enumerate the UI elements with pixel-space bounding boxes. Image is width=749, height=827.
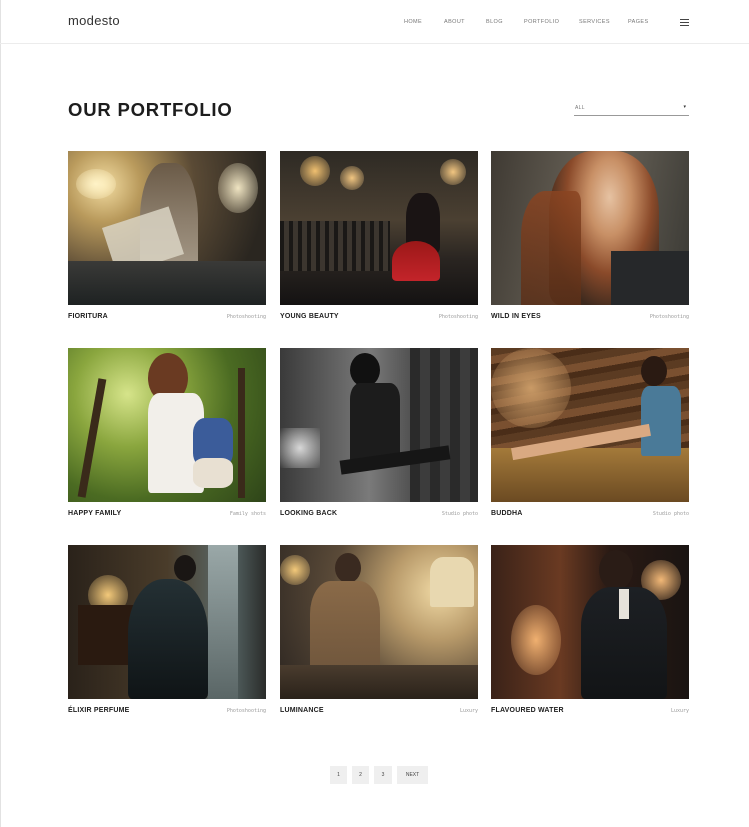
portfolio-image[interactable] (491, 348, 689, 502)
portfolio-image[interactable] (491, 151, 689, 305)
page-3-button[interactable]: 3 (374, 766, 392, 784)
nav-about[interactable]: ABOUT (444, 19, 465, 25)
portfolio-item[interactable]: LUMINANCE Luxury (280, 545, 478, 714)
portfolio-item-title[interactable]: HAPPY FAMILY (68, 510, 121, 517)
page-2-button[interactable]: 2 (352, 766, 369, 784)
portfolio-item-category: Photoshooting (226, 708, 266, 714)
portfolio-image[interactable] (280, 545, 478, 699)
portfolio-image[interactable] (280, 151, 478, 305)
portfolio-item-category: Studio photo (441, 511, 478, 517)
portfolio-item[interactable]: BUDDHA Studio photo (491, 348, 689, 517)
portfolio-image[interactable] (68, 348, 266, 502)
portfolio-item[interactable]: HAPPY FAMILY Family shots (68, 348, 266, 517)
page-1-button[interactable]: 1 (330, 766, 347, 784)
portfolio-item[interactable]: YOUNG BEAUTY Photoshooting (280, 151, 478, 320)
portfolio-item-title[interactable]: WILD IN EYES (491, 313, 541, 320)
portfolio-item[interactable]: FLAVOURED WATER Luxury (491, 545, 689, 714)
portfolio-item-category: Photoshooting (649, 314, 689, 320)
next-page-button[interactable]: NEXT (397, 766, 428, 784)
portfolio-item-title[interactable]: LUMINANCE (280, 707, 324, 714)
filter-selected-value: ALL (575, 105, 585, 111)
portfolio-image[interactable] (68, 545, 266, 699)
portfolio-item-category: Luxury (670, 708, 689, 714)
portfolio-image[interactable] (280, 348, 478, 502)
portfolio-item[interactable]: LOOKING BACK Studio photo (280, 348, 478, 517)
portfolio-item-title[interactable]: FIORITURA (68, 313, 108, 320)
portfolio-item-category: Family shots (229, 511, 266, 517)
page-frame-border (0, 0, 1, 827)
portfolio-item-category: Studio photo (652, 511, 689, 517)
portfolio-item-title[interactable]: BUDDHA (491, 510, 523, 517)
chevron-down-icon: ▾ (683, 104, 686, 110)
logo[interactable]: modesto (68, 13, 120, 28)
portfolio-item-title[interactable]: FLAVOURED WATER (491, 707, 564, 714)
nav-portfolio[interactable]: PORTFOLIO (524, 19, 559, 25)
nav-blog[interactable]: BLOG (486, 19, 503, 25)
portfolio-item-category: Photoshooting (438, 314, 478, 320)
portfolio-item-title[interactable]: YOUNG BEAUTY (280, 313, 339, 320)
portfolio-image[interactable] (68, 151, 266, 305)
category-filter-select[interactable]: ALL ▾ (574, 103, 689, 116)
nav-pages[interactable]: PAGES (628, 19, 649, 25)
portfolio-item-title[interactable]: ÉLIXIR PERFUME (68, 707, 130, 714)
portfolio-image[interactable] (491, 545, 689, 699)
site-header: modesto HOME ABOUT BLOG PORTFOLIO SERVIC… (0, 0, 749, 44)
portfolio-item-category: Photoshooting (226, 314, 266, 320)
portfolio-item-title[interactable]: LOOKING BACK (280, 510, 337, 517)
hamburger-icon[interactable] (680, 19, 689, 26)
portfolio-item-category: Luxury (459, 708, 478, 714)
portfolio-item[interactable]: FIORITURA Photoshooting (68, 151, 266, 320)
portfolio-item[interactable]: WILD IN EYES Photoshooting (491, 151, 689, 320)
nav-services[interactable]: SERVICES (579, 19, 610, 25)
portfolio-item[interactable]: ÉLIXIR PERFUME Photoshooting (68, 545, 266, 714)
page-title: OUR PORTFOLIO (68, 99, 233, 120)
nav-home[interactable]: HOME (404, 19, 422, 25)
